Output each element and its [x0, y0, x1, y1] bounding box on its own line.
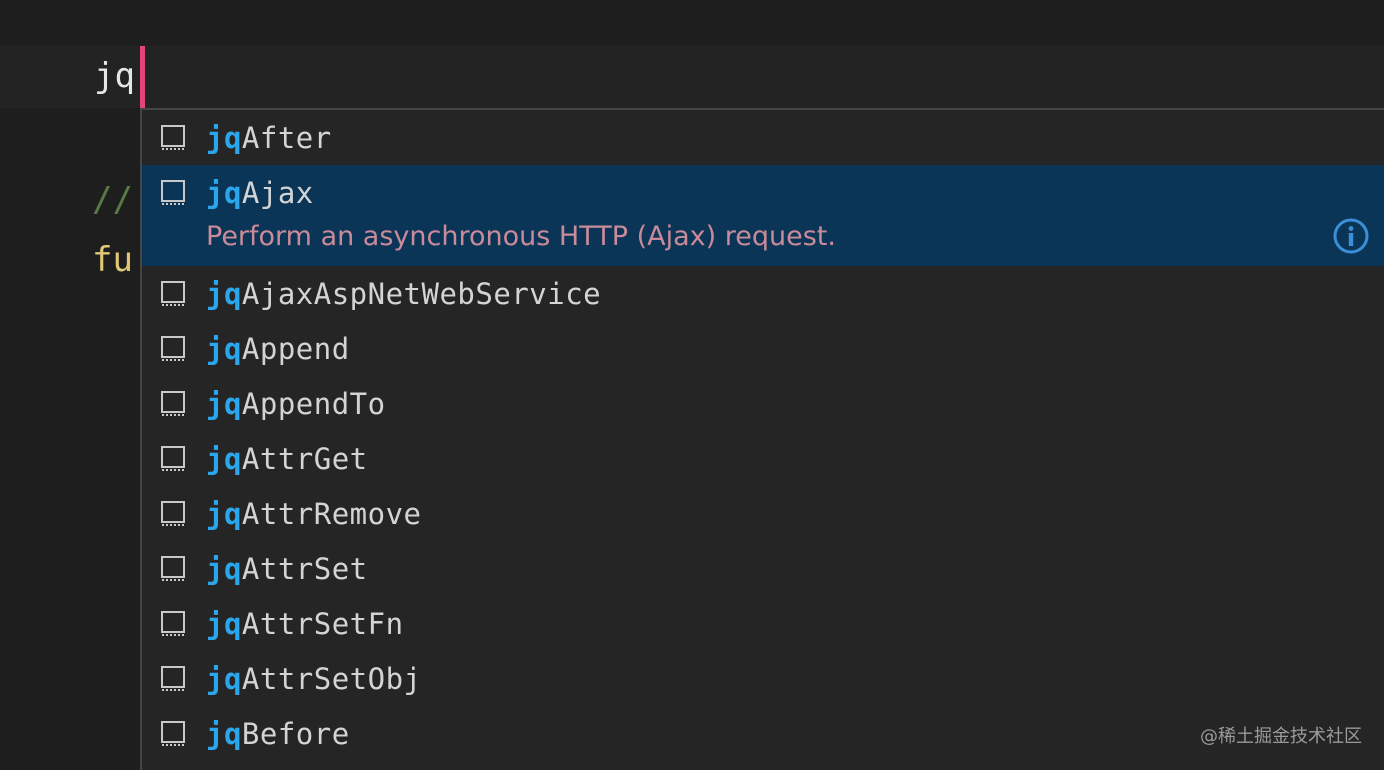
snippet-icon [160, 610, 186, 638]
suggestion-match-highlight: jq [206, 331, 242, 366]
current-line-highlight [0, 46, 1384, 108]
suggestion-label: jqAfter [206, 121, 332, 155]
suggestion-label: jqAttrSet [206, 552, 368, 586]
suggestion-match-highlight: jq [206, 716, 242, 751]
suggestion-item[interactable]: jqAttrSet [142, 541, 1384, 596]
suggestion-item-main: jqAjaxAspNetWebService [142, 266, 601, 321]
suggestion-label-rest: Before [241, 716, 350, 751]
suggestion-label-rest: AttrSetFn [241, 606, 404, 641]
suggestion-label: jqAppendTo [206, 387, 386, 421]
suggestion-match-highlight: jq [206, 606, 242, 641]
suggestion-item[interactable]: jqAppend [142, 321, 1384, 376]
suggestion-label-rest: After [241, 120, 332, 155]
suggestion-item-selected[interactable]: jqAjax Perform an asynchronous HTTP (Ajax… [142, 165, 1384, 266]
suggestion-detail-line: Perform an asynchronous HTTP (Ajax) requ… [142, 214, 1384, 258]
suggestion-detail: Perform an asynchronous HTTP (Ajax) requ… [206, 220, 836, 252]
suggestion-item-main: jqAttrGet [142, 431, 368, 486]
suggestion-item-main: jqAppend [142, 321, 350, 376]
snippet-icon [160, 335, 186, 363]
text-cursor [140, 46, 145, 108]
suggestion-item[interactable]: jqAttrSetFn [142, 596, 1384, 651]
suggestion-widget[interactable]: jqAfter jqAjax Perform an asynchronous HTT… [140, 108, 1384, 770]
suggestion-label-rest: AttrGet [241, 441, 368, 476]
snippet-icon [160, 124, 186, 152]
watermark: @稀土掘金技术社区 [1200, 726, 1362, 747]
code-editor[interactable]: jq // fu jqAfter jqAjax Perform an asynchr… [0, 0, 1384, 770]
suggestion-item[interactable]: jqAfter [142, 110, 1384, 165]
suggestion-label-rest: Append [241, 331, 350, 366]
snippet-icon [160, 555, 186, 583]
snippet-icon [160, 445, 186, 473]
suggestion-label: jqBefore [206, 717, 350, 751]
suggestion-item-main: jqAppendTo [142, 376, 386, 431]
suggestion-list: jqAfter jqAjax Perform an asynchronous HTT… [142, 110, 1384, 761]
typed-text[interactable]: jq [94, 56, 135, 96]
suggestion-label-rest: AttrSetObj [241, 661, 422, 696]
suggestion-match-highlight: jq [206, 120, 242, 155]
suggestion-label: jqAttrRemove [206, 497, 422, 531]
snippet-icon [160, 720, 186, 748]
suggestion-label: jqAjaxAspNetWebService [206, 277, 601, 311]
suggestion-label: jqAttrSetFn [206, 607, 404, 641]
suggestion-match-highlight: jq [206, 551, 242, 586]
suggestion-item[interactable]: jqBefore [142, 706, 1384, 761]
suggestion-item-main: jqAfter [142, 110, 332, 165]
suggestion-label-rest: AttrRemove [241, 496, 422, 531]
suggestion-label-rest: AppendTo [241, 386, 386, 421]
suggestion-item[interactable]: jqAttrRemove [142, 486, 1384, 541]
snippet-icon [160, 500, 186, 528]
suggestion-label: jqAppend [206, 332, 350, 366]
snippet-icon [160, 280, 186, 308]
suggestion-label: jqAttrGet [206, 442, 368, 476]
suggestion-item[interactable]: jqAttrGet [142, 431, 1384, 486]
partial-comment-line: // [92, 180, 133, 220]
suggestion-match-highlight: jq [206, 441, 242, 476]
suggestion-item[interactable]: jqAjaxAspNetWebService [142, 266, 1384, 321]
suggestion-item[interactable]: jqAttrSetObj [142, 651, 1384, 706]
suggestion-item[interactable]: jqAppendTo [142, 376, 1384, 431]
suggestion-item-main: jqBefore [142, 706, 350, 761]
suggestion-match-highlight: jq [206, 175, 242, 210]
suggestion-label-rest: AttrSet [241, 551, 368, 586]
suggestion-match-highlight: jq [206, 386, 242, 421]
partial-keyword-line: fu [92, 240, 133, 280]
snippet-icon [160, 665, 186, 693]
suggestion-item-main: jqAttrSetFn [142, 596, 404, 651]
suggestion-label: jqAttrSetObj [206, 662, 422, 696]
suggestion-label: jqAjax [206, 176, 314, 210]
suggestion-item-main: jqAjax [142, 165, 1384, 220]
suggestion-item-main: jqAttrSet [142, 541, 368, 596]
snippet-icon [160, 179, 186, 207]
suggestion-label-rest: AjaxAspNetWebService [241, 276, 602, 311]
suggestion-item-main: jqAttrRemove [142, 486, 422, 541]
suggestion-match-highlight: jq [206, 661, 242, 696]
suggestion-match-highlight: jq [206, 276, 242, 311]
snippet-icon [160, 390, 186, 418]
suggestion-match-highlight: jq [206, 496, 242, 531]
suggestion-label-rest: Ajax [241, 175, 314, 210]
suggestion-item-main: jqAttrSetObj [142, 651, 422, 706]
info-icon[interactable] [1332, 217, 1370, 255]
